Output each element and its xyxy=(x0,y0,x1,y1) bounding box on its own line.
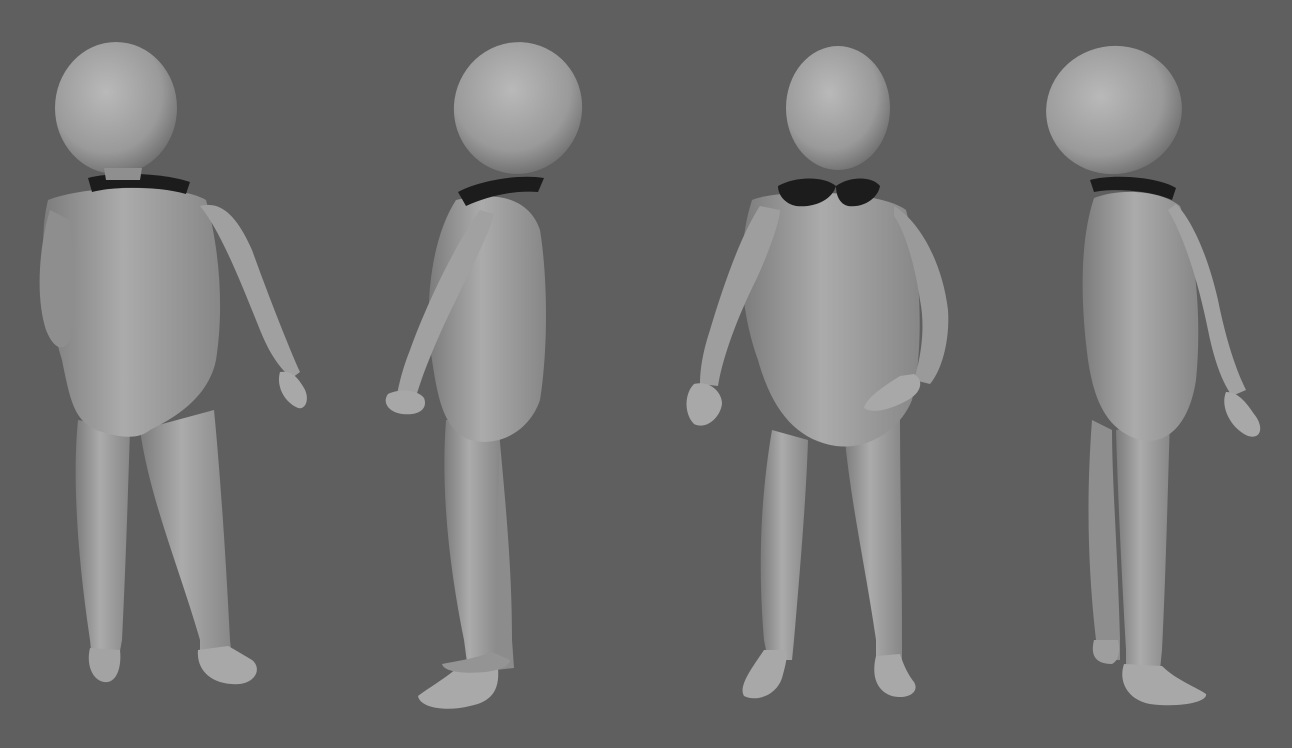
character-turnaround-render xyxy=(0,0,1292,748)
head xyxy=(55,42,177,174)
neck xyxy=(104,168,142,180)
render-viewport xyxy=(0,0,1292,748)
head xyxy=(786,46,890,170)
